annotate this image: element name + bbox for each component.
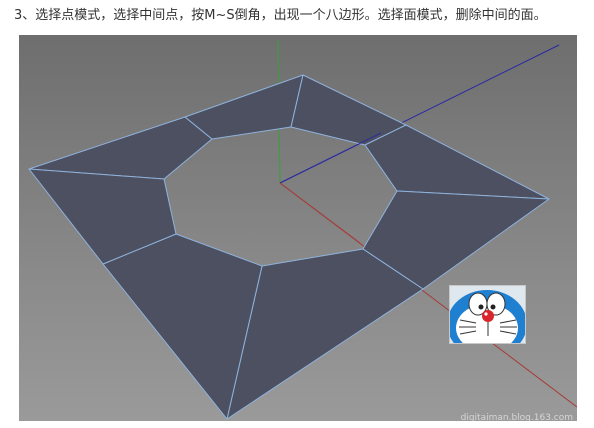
beveled-plane-mesh[interactable] (28, 74, 550, 420)
mesh-face[interactable] (184, 74, 304, 140)
mesh-face[interactable] (364, 124, 550, 200)
mesh-face[interactable] (28, 116, 213, 180)
step-caption: 3、选择点模式，选择中间点，按M~S倒角，出现一个八边形。选择面模式，删除中间的… (14, 8, 547, 23)
x-axis-overlay (279, 182, 361, 244)
doraemon-avatar-icon (449, 285, 526, 344)
scene-canvas[interactable] (19, 35, 577, 421)
z-axis-overlay (279, 132, 382, 184)
3d-viewport[interactable]: digitaiman.blog.163.com (19, 35, 577, 421)
watermark: digitaiman.blog.163.com (460, 413, 573, 421)
